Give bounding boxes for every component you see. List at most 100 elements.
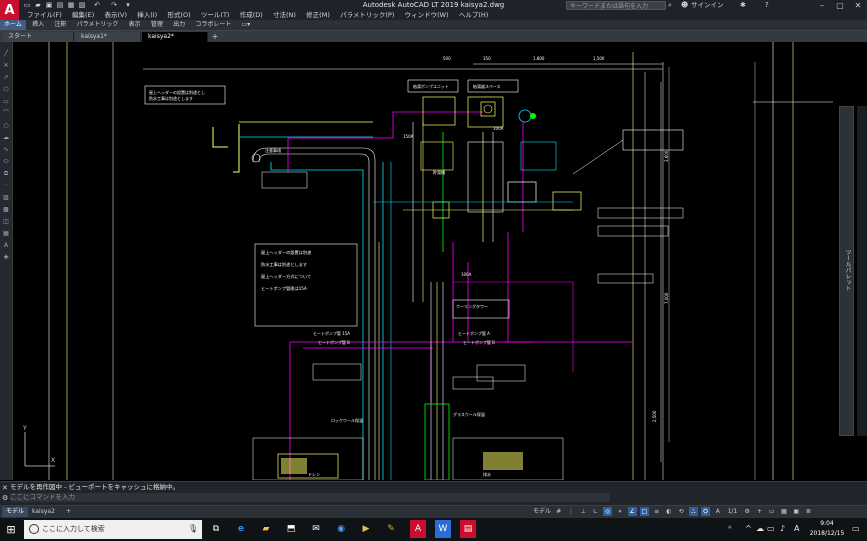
model-space-toggle[interactable]: モデル [533, 507, 551, 516]
workspace-icon[interactable]: ⚙ [743, 507, 752, 516]
menu-dimension[interactable]: 寸法(N) [273, 11, 296, 20]
selection-cycling-icon[interactable]: ⟲ [677, 507, 686, 516]
hatch-icon[interactable]: ▨ [2, 194, 10, 202]
gradient-icon[interactable]: ▩ [2, 206, 10, 214]
ribbon-tab-annotate[interactable]: 注釈 [50, 20, 70, 30]
user-icon[interactable]: ☻ [681, 1, 689, 10]
drawing-canvas[interactable]: 屋上ヘッダーの設置は別途とし 防水工事は別途とします 屋上ヘッダーの設置は別途 … [13, 42, 839, 480]
menu-modify[interactable]: 修正(M) [306, 11, 330, 20]
close-button[interactable]: ✕ [850, 0, 866, 11]
microphone-icon[interactable]: 🎙 [188, 524, 198, 533]
menu-view[interactable]: 表示(V) [104, 11, 127, 20]
layout-tab-kaisya2[interactable]: kaisya2 [28, 507, 59, 517]
ribbon-tab-view[interactable]: 表示 [125, 20, 145, 30]
menu-tools[interactable]: ツール(T) [201, 11, 230, 20]
menu-insert[interactable]: 挿入(I) [137, 11, 157, 20]
layout-tab-model[interactable]: モデル [2, 507, 29, 517]
task-view-icon[interactable]: ⧉ [208, 520, 224, 538]
menu-help[interactable]: ヘルプ(H) [459, 11, 488, 20]
media-player-icon[interactable]: ▶ [358, 520, 374, 538]
clean-screen-icon[interactable]: ▣ [792, 507, 801, 516]
menu-parametric[interactable]: パラメトリック(P) [340, 11, 394, 20]
help-icon[interactable]: ? [765, 1, 774, 10]
sign-in-link[interactable]: サインイン [691, 0, 724, 11]
doc-tab-start[interactable]: スタート [2, 32, 74, 42]
command-customize-icon[interactable]: ⚙ [2, 494, 8, 502]
command-input[interactable]: ここにコマンドを入力 [10, 493, 610, 502]
menu-format[interactable]: 形式(O) [167, 11, 190, 20]
ribbon-tab-insert[interactable]: 挿入 [28, 20, 48, 30]
spline-icon[interactable]: ∿ [2, 146, 10, 154]
annotation-scale-icon[interactable]: A [713, 507, 722, 516]
polygon-icon[interactable]: ⬡ [2, 86, 10, 94]
people-icon[interactable]: ᴬ [728, 523, 731, 535]
mail-icon[interactable]: ✉ [308, 520, 324, 538]
new-tab-button[interactable]: + [210, 32, 220, 42]
polyline-icon[interactable]: ↗ [2, 74, 10, 82]
word-icon[interactable]: W [435, 520, 451, 538]
auto-scale-icon[interactable]: ⛭ [701, 507, 711, 516]
object-snap-tracking-icon[interactable]: ∠ [627, 507, 637, 516]
help-search-input[interactable]: キーワードまたは語句を入力 [566, 1, 666, 10]
infer-constraints-icon[interactable]: ⊥ [579, 507, 588, 516]
add-layout-button[interactable]: + [62, 507, 75, 517]
annotation-scale-value[interactable]: 1/1 [726, 507, 740, 516]
navigation-bar[interactable] [857, 106, 867, 436]
autocad-taskbar-icon[interactable]: A [410, 520, 426, 538]
annotation-visibility-icon[interactable]: ⛬ [688, 507, 698, 516]
line-tool-icon[interactable]: ╱ [2, 50, 10, 58]
ribbon-tab-parametric[interactable]: パラメトリック [73, 20, 123, 30]
doc-tab-kaisya1[interactable]: kaisya1* [75, 32, 141, 42]
transparency-icon[interactable]: ◐ [664, 507, 673, 516]
jww-icon[interactable]: ✎ [383, 520, 399, 538]
ime-indicator[interactable]: A [794, 523, 799, 535]
ribbon-options-icon[interactable]: ▭▾ [238, 20, 255, 30]
lineweight-icon[interactable]: ≡ [652, 507, 661, 516]
table-icon[interactable]: ▦ [2, 230, 10, 238]
network-icon[interactable]: ▭ [767, 523, 775, 535]
ribbon-tab-output[interactable]: 出力 [169, 20, 189, 30]
polar-tracking-icon[interactable]: ◎ [603, 507, 613, 516]
ortho-icon[interactable]: ∟ [591, 507, 600, 516]
edge-browser-icon[interactable]: e [233, 520, 249, 538]
construction-line-icon[interactable]: ✕ [2, 62, 10, 70]
add-selected-icon[interactable]: ✚ [2, 254, 10, 262]
binoculars-icon[interactable]: ⌕ [668, 1, 677, 10]
app-icon-blue[interactable]: ◉ [333, 520, 349, 538]
insert-block-icon[interactable]: ⧉ [2, 170, 10, 178]
autodesk-app-store-icon[interactable]: ✱ [740, 1, 754, 10]
mtext-icon[interactable]: A [2, 242, 10, 250]
taskbar-search-box[interactable]: ここに入力して検索 [24, 520, 202, 539]
taskbar-clock[interactable]: 9:04 2018/12/15 [808, 519, 846, 539]
snap-icon[interactable]: ⋮ [566, 507, 575, 516]
show-hidden-icons[interactable]: ^ [745, 523, 752, 535]
command-close-icon[interactable]: ✕ [2, 484, 8, 492]
ribbon-tab-manage[interactable]: 管理 [147, 20, 167, 30]
menu-window[interactable]: ウィンドウ(W) [405, 11, 449, 20]
units-icon[interactable]: ▭ [767, 507, 776, 516]
region-icon[interactable]: ◫ [2, 218, 10, 226]
maximize-button[interactable]: ▢ [832, 0, 848, 11]
annotation-monitor-icon[interactable]: + [755, 507, 764, 516]
ellipse-icon[interactable]: ⬭ [2, 158, 10, 166]
point-icon[interactable]: · [2, 182, 10, 190]
action-center-icon[interactable]: ▭ [852, 523, 860, 535]
customization-icon[interactable]: ≣ [804, 507, 813, 516]
ribbon-tab-home[interactable]: ホーム [0, 20, 26, 30]
menu-file[interactable]: ファイル(F) [27, 11, 62, 20]
object-snap-icon[interactable]: □ [639, 507, 649, 516]
menu-draw[interactable]: 作成(D) [240, 11, 263, 20]
volume-icon[interactable]: ♪ [780, 523, 785, 535]
quick-properties-icon[interactable]: ▦ [779, 507, 788, 516]
ribbon-tab-collaborate[interactable]: コラボレート [191, 20, 235, 30]
grid-icon[interactable]: # [554, 507, 563, 516]
menu-edit[interactable]: 編集(E) [72, 11, 94, 20]
arc-icon[interactable]: ⌒ [2, 110, 10, 118]
isodraft-icon[interactable]: ⋄ [615, 507, 624, 516]
circle-icon[interactable]: ○ [2, 122, 10, 130]
file-explorer-icon[interactable]: ▰ [258, 520, 274, 538]
minimize-button[interactable]: – [814, 0, 830, 11]
rectangle-icon[interactable]: ▭ [2, 98, 10, 106]
store-icon[interactable]: ⬒ [283, 520, 299, 538]
onedrive-icon[interactable]: ☁ [756, 523, 764, 535]
